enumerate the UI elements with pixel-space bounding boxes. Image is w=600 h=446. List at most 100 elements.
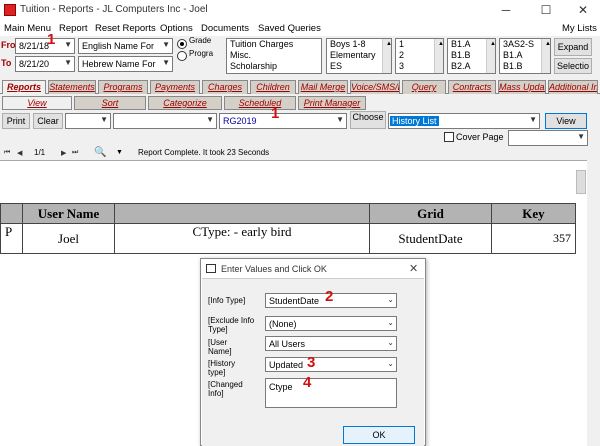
chevron-down-icon[interactable]: ▼ (116, 149, 123, 156)
scrollbar-thumb[interactable] (576, 170, 586, 194)
cover-page-select[interactable]: ▼ (508, 130, 588, 146)
menu-saved-queries[interactable]: Saved Queries (258, 23, 321, 34)
table-header-key: Key (491, 203, 576, 224)
table-header-grid: Grid (369, 203, 492, 224)
expand-button[interactable]: Expand (554, 38, 592, 56)
maximize-button[interactable]: ☐ (535, 2, 557, 18)
page-indicator: 1/1 (34, 148, 46, 157)
menu-report[interactable]: Report (59, 23, 88, 34)
radio-program[interactable] (177, 51, 187, 61)
subtab-scheduled[interactable]: Scheduled (224, 96, 296, 110)
choose-button[interactable]: Choose (350, 111, 386, 129)
changed-info-textarea[interactable]: Ctype (265, 378, 397, 408)
name-format-select-1[interactable]: English Name For ▼ (78, 38, 173, 54)
tab-payments[interactable]: Payments (150, 80, 200, 94)
subtab-print-manager[interactable]: Print Manager (298, 96, 366, 110)
tab-query[interactable]: Query (402, 80, 446, 94)
user-name-value: All Users (269, 339, 306, 349)
number-list[interactable]: 1 2 3 ▲ (395, 38, 444, 74)
annotation-1-date: 1 (47, 31, 56, 48)
chevron-down-icon: ▼ (336, 115, 344, 124)
scrollbar[interactable]: ▲ (382, 39, 391, 73)
menu-my-lists[interactable]: My Lists (562, 23, 597, 34)
tab-charges[interactable]: Charges (202, 80, 248, 94)
from-date-value: 8/21/18 (19, 41, 50, 51)
cover-page-checkbox[interactable] (444, 132, 454, 142)
chevron-down-icon: ▼ (162, 40, 170, 49)
selection-button[interactable]: Selectio (554, 58, 592, 74)
search-icon[interactable]: 🔍 (94, 147, 106, 158)
print-button[interactable]: Print (2, 113, 30, 129)
subtab-categorize[interactable]: Categorize (148, 96, 222, 110)
from-date-picker[interactable]: 8/21/18 ▼ (15, 38, 75, 54)
menu-options[interactable]: Options (160, 23, 193, 34)
menu-reset-reports[interactable]: Reset Reports (95, 23, 156, 34)
user-name-select[interactable]: All Users ⌄ (265, 336, 397, 351)
field-label-user-name: [User Name] (208, 338, 232, 356)
to-date-picker[interactable]: 8/21/20 ▼ (15, 56, 75, 72)
subtab-sort[interactable]: Sort (74, 96, 146, 110)
field-label-history-type: [History type] (208, 359, 236, 377)
radio-grade[interactable] (177, 39, 187, 49)
chevron-down-icon: ⌄ (387, 359, 394, 368)
window-title: Tuition - Reports - JL Computers Inc - J… (20, 4, 208, 15)
view-button[interactable]: View (545, 113, 587, 129)
name-format-select-2[interactable]: Hebrew Name For ▼ (78, 56, 173, 72)
chevron-down-icon: ▼ (529, 115, 537, 124)
tab-mail-merge[interactable]: Mail Merge (298, 80, 348, 94)
report-category-select[interactable]: ▼ (113, 113, 217, 129)
first-page-icon[interactable]: ⏮ (4, 149, 10, 157)
field-label-changed-info: [Changed Info] (208, 380, 243, 398)
tab-voice-sms-email[interactable]: Voice/SMS/Email (350, 80, 400, 94)
menu-main-menu[interactable]: Main Menu (4, 23, 51, 34)
class-list-2[interactable]: 3AS2-S B1.A B1.B ▲ (499, 38, 551, 74)
school-list[interactable]: Boys 1-8 Elementary ES ▲ (326, 38, 392, 74)
tab-mass-update[interactable]: Mass Update (498, 80, 546, 94)
clear-button[interactable]: Clear (33, 113, 63, 129)
tab-programs[interactable]: Programs (98, 80, 148, 94)
tab-contracts[interactable]: Contracts (448, 80, 496, 94)
cover-page-label: Cover Page (456, 132, 504, 142)
class-list-1[interactable]: B1.A B1.B B2.A ▲ (447, 38, 496, 74)
main-tabs: Reports Statements Programs Payments Cha… (0, 78, 600, 94)
menu-bar: Main Menu Report Reset Reports Options D… (0, 20, 600, 36)
report-name-select[interactable]: History List ▼ (388, 113, 540, 129)
next-page-icon[interactable]: ▶ (61, 149, 66, 157)
from-label: Fro (1, 40, 16, 50)
to-label: To (1, 58, 12, 68)
history-type-select[interactable]: Updated ⌄ (265, 357, 397, 372)
tab-children[interactable]: Children (250, 80, 296, 94)
chevron-down-icon: ⌄ (387, 295, 394, 304)
exclude-info-type-value: (None) (269, 319, 297, 329)
scrollbar[interactable]: ▲ (486, 39, 495, 73)
exclude-info-type-select[interactable]: (None) ⌄ (265, 316, 397, 331)
printer-select[interactable]: ▼ (65, 113, 111, 129)
history-type-value: Updated (269, 360, 304, 370)
list-item[interactable]: Misc. (227, 50, 321, 61)
tab-reports[interactable]: Reports (2, 80, 46, 94)
list-item[interactable]: Scholarship (227, 61, 321, 72)
enter-values-dialog: Enter Values and Click OK ✕ [Info Type] … (200, 258, 426, 446)
prev-page-icon[interactable]: ◀ (17, 149, 22, 157)
menu-documents[interactable]: Documents (201, 23, 249, 34)
scrollbar[interactable]: ▲ (434, 39, 443, 73)
list-item[interactable]: Tuition Charges (227, 39, 321, 50)
close-button[interactable]: ✕ (572, 2, 594, 18)
chevron-down-icon: ▼ (64, 40, 72, 49)
table-header-ctype (114, 203, 370, 224)
ok-button[interactable]: OK (343, 426, 415, 444)
close-icon[interactable]: ✕ (409, 262, 418, 275)
scrollbar[interactable]: ▲ (541, 39, 550, 73)
minimize-button[interactable]: ─ (495, 2, 517, 18)
tab-additional-info[interactable]: Additional Info (548, 80, 598, 94)
annotation-2: 2 (325, 288, 334, 305)
table-header-user-name: User Name (22, 203, 115, 224)
tab-statements[interactable]: Statements (48, 80, 96, 94)
chevron-down-icon: ⌄ (387, 318, 394, 327)
charges-list[interactable]: Tuition Charges Misc. Scholarship (226, 38, 322, 74)
report-status: Report Complete. It took 23 Seconds (138, 148, 270, 157)
subtab-view[interactable]: View (2, 96, 72, 110)
report-code-value: RG2019 (223, 116, 257, 126)
report-code-select[interactable]: RG2019 ▼ (219, 113, 347, 129)
last-page-icon[interactable]: ⏭ (72, 149, 78, 157)
